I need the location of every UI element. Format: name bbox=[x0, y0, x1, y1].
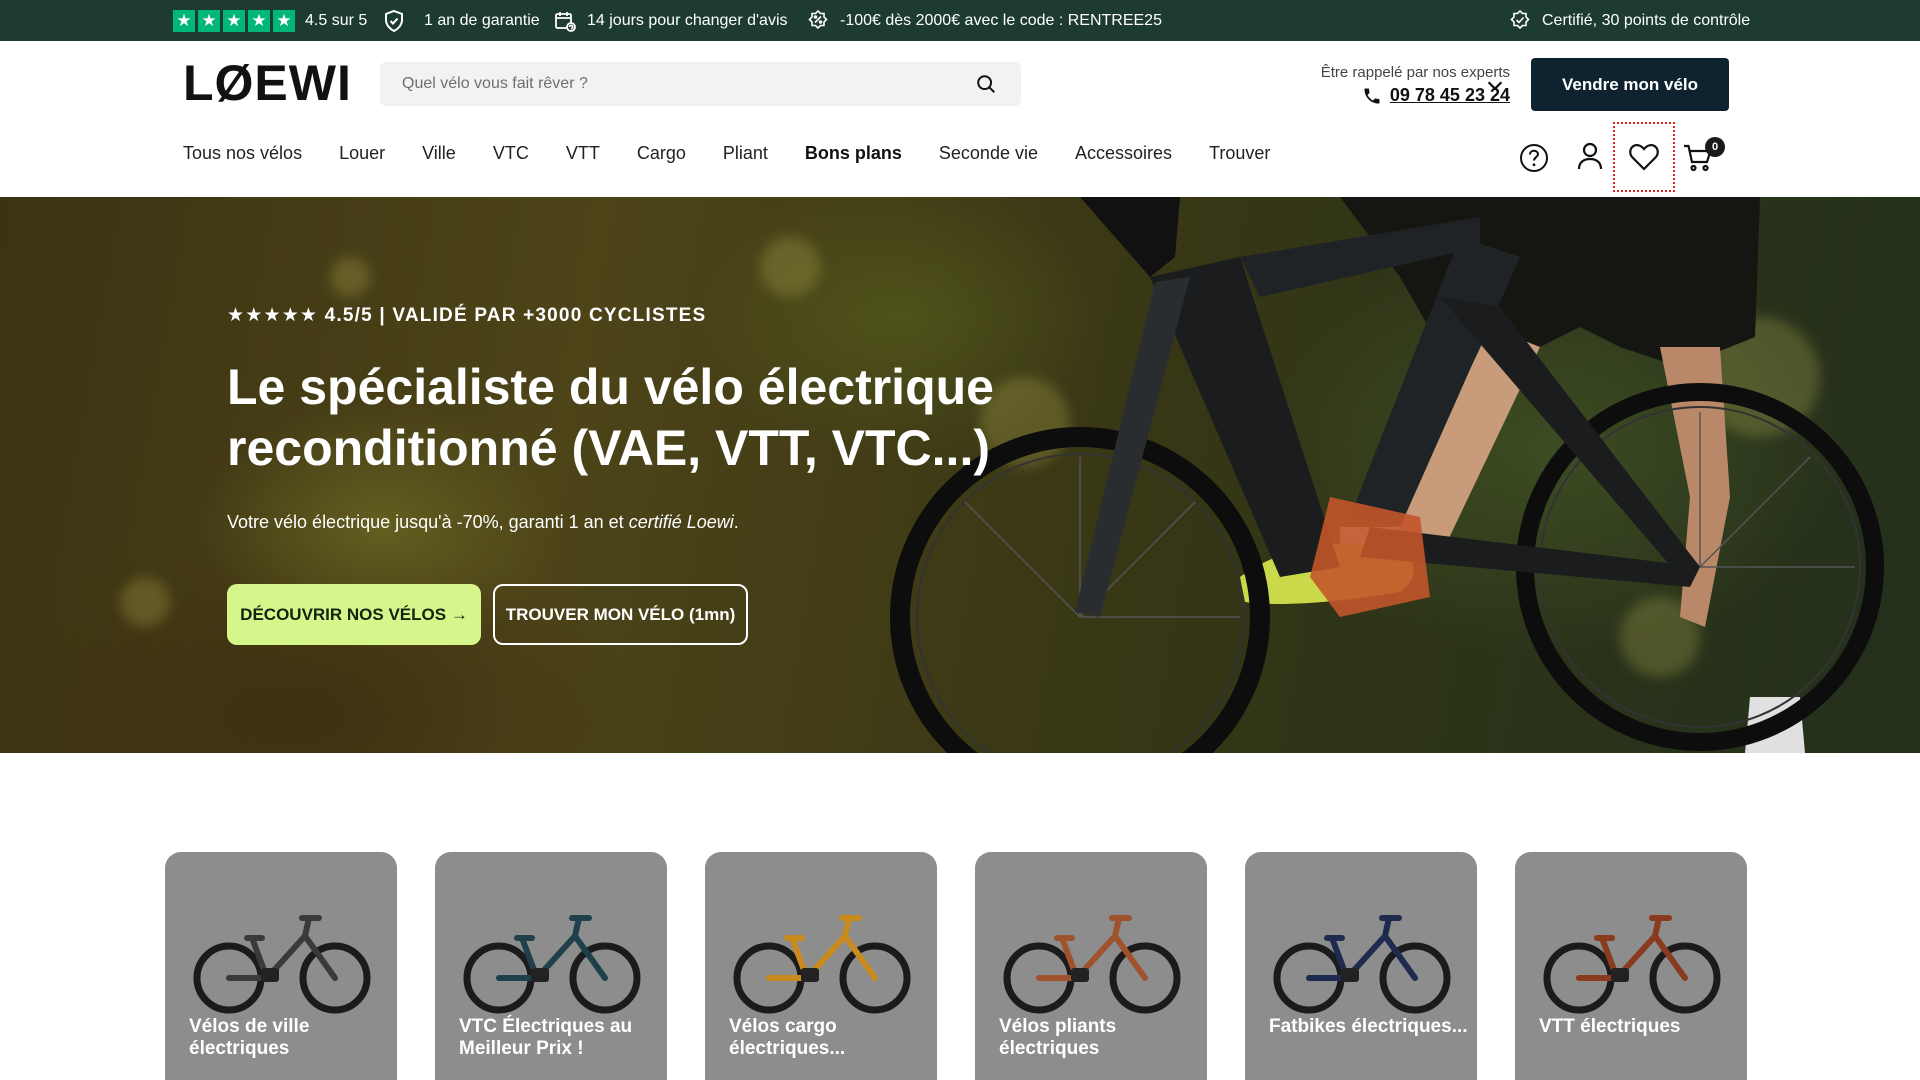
discount-badge-icon bbox=[806, 9, 830, 33]
promo-info: -100€ dès 2000€ avec le code : RENTREE25 bbox=[806, 0, 1162, 41]
phone-icon bbox=[1364, 88, 1380, 103]
help-button[interactable] bbox=[1514, 138, 1554, 178]
nav-cargo[interactable]: Cargo bbox=[637, 143, 686, 164]
cart-count-badge: 0 bbox=[1705, 137, 1725, 157]
certified-info: Certifié, 30 points de contrôle bbox=[1508, 0, 1750, 41]
category-label: Vélos cargo électriques... bbox=[729, 1016, 846, 1059]
phone-link[interactable]: 09 78 45 23 24 bbox=[1270, 85, 1510, 106]
certified-text: Certifié, 30 points de contrôle bbox=[1542, 11, 1751, 29]
help-icon bbox=[1520, 144, 1548, 172]
hero-banner: ★★★★★ 4.5/5 | VALIDÉ PAR +3000 CYCLISTES… bbox=[0, 197, 1920, 753]
callback-dropdown-toggle[interactable] bbox=[1484, 74, 1506, 96]
category-cargo-ebikes[interactable]: Vélos cargo électriques... bbox=[705, 852, 937, 1080]
certified-badge-icon bbox=[1508, 9, 1532, 33]
search-icon bbox=[977, 75, 995, 93]
calendar-return-icon bbox=[553, 9, 577, 33]
shield-check-icon bbox=[382, 9, 406, 33]
chevron-down-icon bbox=[1487, 81, 1503, 91]
nav-rent[interactable]: Louer bbox=[339, 143, 385, 164]
nav-accessories[interactable]: Accessoires bbox=[1075, 143, 1172, 164]
returns-info: 14 jours pour changer d'avis bbox=[553, 0, 788, 41]
nav-city[interactable]: Ville bbox=[422, 143, 456, 164]
hero-subtitle: Votre vélo électrique jusqu'à -70%, gara… bbox=[227, 512, 739, 533]
user-icon bbox=[1577, 142, 1603, 170]
warranty-text: 1 an de garantie bbox=[424, 11, 540, 29]
category-vtc-ebikes[interactable]: VTC Électriques au Meilleur Prix ! bbox=[435, 852, 667, 1080]
hero-subtitle-text: Votre vélo électrique jusqu'à -70%, gara… bbox=[227, 512, 629, 532]
nav-deals[interactable]: Bons plans bbox=[805, 143, 902, 164]
category-folding-ebikes[interactable]: Vélos pliants électriques bbox=[975, 852, 1207, 1080]
bike-image bbox=[1273, 915, 1451, 1014]
category-city-ebikes[interactable]: Vélos de ville électriques bbox=[165, 852, 397, 1080]
nav-second-life[interactable]: Seconde vie bbox=[939, 143, 1038, 164]
category-fatbike-ebikes[interactable]: Fatbikes électriques... bbox=[1245, 852, 1477, 1080]
main-navigation: Tous nos vélos Louer Ville VTC VTT Cargo… bbox=[183, 143, 1307, 164]
rating-text: 4.5 sur 5 bbox=[305, 11, 368, 29]
loewi-logo[interactable]: LØEWI bbox=[183, 58, 352, 108]
category-label: VTC Électriques au Meilleur Prix ! bbox=[459, 1016, 633, 1059]
nav-folding[interactable]: Pliant bbox=[723, 143, 768, 164]
category-label: Vélos pliants électriques bbox=[999, 1016, 1117, 1059]
category-label: Vélos de ville électriques bbox=[189, 1016, 310, 1059]
bike-image bbox=[1003, 915, 1181, 1014]
trustpilot-rating[interactable]: ★ ★ ★ ★ ★ 4.5 sur 5 bbox=[173, 0, 367, 41]
trustpilot-stars-icon: ★ ★ ★ ★ ★ bbox=[173, 9, 295, 32]
heart-icon bbox=[1629, 143, 1659, 171]
sell-bike-button[interactable]: Vendre mon vélo bbox=[1531, 58, 1729, 111]
returns-text: 14 jours pour changer d'avis bbox=[587, 11, 788, 29]
category-label: Fatbikes électriques... bbox=[1269, 1016, 1468, 1037]
hero-rating: ★★★★★ 4.5/5 | VALIDÉ PAR +3000 CYCLISTES bbox=[227, 305, 707, 326]
bike-image bbox=[1543, 915, 1721, 1014]
announcement-bar: ★ ★ ★ ★ ★ 4.5 sur 5 1 an de garantie 14 jour… bbox=[0, 0, 1920, 41]
find-my-bike-button[interactable]: TROUVER MON VÉLO (1mn) bbox=[493, 584, 748, 645]
category-label: VTT électriques bbox=[1539, 1016, 1681, 1037]
hero-subtitle-italic: certifié Loewi bbox=[628, 512, 734, 532]
search-input[interactable] bbox=[402, 75, 973, 93]
bike-image bbox=[733, 915, 911, 1014]
account-button[interactable] bbox=[1570, 136, 1610, 176]
nav-vtt[interactable]: VTT bbox=[566, 143, 600, 164]
callback-block[interactable]: Être rappelé par nos experts 09 78 45 23… bbox=[1270, 64, 1510, 106]
hero-subtitle-end: . bbox=[733, 512, 739, 532]
bike-image bbox=[463, 915, 641, 1014]
bike-image bbox=[193, 915, 371, 1014]
promo-text: -100€ dès 2000€ avec le code : RENTREE25 bbox=[840, 11, 1162, 29]
hero-title: Le spécialiste du vélo électrique recond… bbox=[227, 359, 994, 476]
search-bar bbox=[380, 62, 1021, 106]
discover-bikes-button[interactable]: DÉCOUVRIR NOS VÉLOS → bbox=[227, 584, 481, 645]
wishlist-button[interactable] bbox=[1624, 137, 1664, 177]
nav-find[interactable]: Trouver bbox=[1209, 143, 1270, 164]
nav-vtc[interactable]: VTC bbox=[493, 143, 529, 164]
callback-text: Être rappelé par nos experts bbox=[1320, 64, 1510, 81]
warranty-info: 1 an de garantie bbox=[382, 0, 540, 41]
nav-all-bikes[interactable]: Tous nos vélos bbox=[183, 143, 302, 164]
category-vtt-ebikes[interactable]: VTT électriques bbox=[1515, 852, 1747, 1080]
search-button[interactable] bbox=[973, 71, 999, 97]
